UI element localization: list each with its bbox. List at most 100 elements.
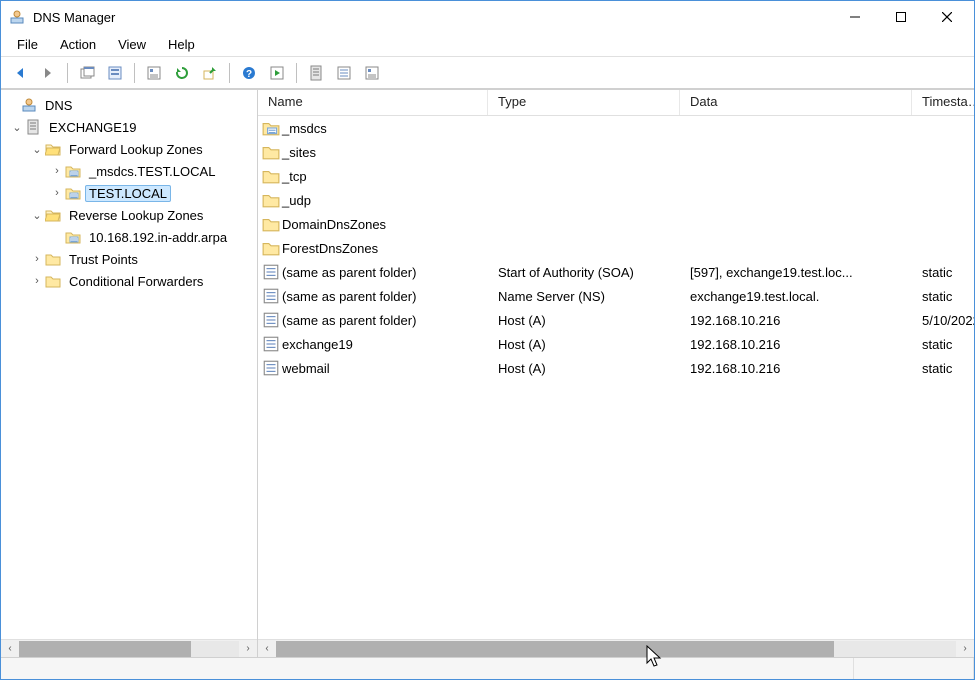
list-item[interactable]: _tcp (258, 164, 974, 188)
tree-node-msdcs-zone[interactable]: › _msdcs.TEST.LOCAL (1, 160, 257, 182)
help-button[interactable] (236, 60, 262, 86)
column-timestamp[interactable]: Timestamp (912, 90, 974, 115)
scroll-right-icon[interactable]: › (956, 641, 974, 657)
tree-label: Trust Points (65, 252, 142, 267)
record-data: exchange19.test.local. (680, 289, 912, 304)
tree-label: Forward Lookup Zones (65, 142, 207, 157)
zone-icon (65, 185, 81, 201)
expand-icon[interactable]: › (29, 275, 45, 287)
list-item[interactable]: _udp (258, 188, 974, 212)
list-item[interactable]: exchange19Host (A)192.168.10.216static (258, 332, 974, 356)
list-horizontal-scrollbar[interactable]: ‹ › (258, 639, 974, 657)
record-timestamp: static (912, 265, 974, 280)
content-panes: DNS ⌄ EXCHANGE19 ⌄ Forward Lookup Zones … (1, 89, 974, 657)
scroll-track[interactable] (276, 641, 956, 657)
record-name: _sites (282, 145, 316, 160)
column-name[interactable]: Name (258, 90, 488, 115)
record-timestamp: 5/10/2022 (912, 313, 974, 328)
tree-label: DNS (41, 98, 76, 113)
expand-icon[interactable]: › (49, 187, 65, 199)
records-list[interactable]: _msdcs _sites _tcp _udp DomainDnsZonesForest… (258, 116, 974, 639)
list-item[interactable]: DomainDnsZones (258, 212, 974, 236)
expand-icon[interactable]: › (29, 253, 45, 265)
scroll-track[interactable] (19, 641, 239, 657)
navigation-tree[interactable]: DNS ⌄ EXCHANGE19 ⌄ Forward Lookup Zones … (1, 90, 257, 639)
list-item[interactable]: ForestDnsZones (258, 236, 974, 260)
scroll-left-icon[interactable]: ‹ (258, 641, 276, 657)
collapse-icon[interactable]: ⌄ (9, 121, 25, 134)
folder-icon (262, 119, 280, 137)
record-icon (262, 359, 280, 377)
record-data: 192.168.10.216 (680, 361, 912, 376)
toolbar-separator (134, 63, 135, 83)
record-type: Name Server (NS) (488, 289, 680, 304)
column-data[interactable]: Data (680, 90, 912, 115)
record-icon (262, 335, 280, 353)
record-name: webmail (282, 361, 330, 376)
folder-open-icon (45, 141, 61, 157)
tree-node-dns[interactable]: DNS (1, 94, 257, 116)
tree-horizontal-scrollbar[interactable]: ‹ › (1, 639, 257, 657)
list-item[interactable]: (same as parent folder)Start of Authorit… (258, 260, 974, 284)
maximize-button[interactable] (878, 1, 924, 33)
close-button[interactable] (924, 1, 970, 33)
menu-file[interactable]: File (7, 35, 48, 54)
scroll-right-icon[interactable]: › (239, 641, 257, 657)
tree-node-trust-points[interactable]: › Trust Points (1, 248, 257, 270)
folder-icon (262, 143, 280, 161)
tree-node-test-local-zone[interactable]: › TEST.LOCAL (1, 182, 257, 204)
folder-icon (262, 167, 280, 185)
tree-label: Conditional Forwarders (65, 274, 207, 289)
scroll-thumb[interactable] (276, 641, 834, 657)
record-name: _udp (282, 193, 311, 208)
run-button[interactable] (264, 60, 290, 86)
tree-pane: DNS ⌄ EXCHANGE19 ⌄ Forward Lookup Zones … (1, 90, 258, 657)
export-button[interactable] (197, 60, 223, 86)
tree-node-server[interactable]: ⌄ EXCHANGE19 (1, 116, 257, 138)
record-data: [597], exchange19.test.loc... (680, 265, 912, 280)
show-hide-tree-button[interactable] (74, 60, 100, 86)
record-icon (262, 287, 280, 305)
back-button[interactable] (7, 60, 33, 86)
tree-node-reverse-zone[interactable]: 10.168.192.in-addr.arpa (1, 226, 257, 248)
menu-view[interactable]: View (108, 35, 156, 54)
collapse-icon[interactable]: ⌄ (29, 143, 45, 156)
tree-node-conditional-forwarders[interactable]: › Conditional Forwarders (1, 270, 257, 292)
list-item[interactable]: webmailHost (A)192.168.10.216static (258, 356, 974, 380)
list-item[interactable]: (same as parent folder)Name Server (NS)e… (258, 284, 974, 308)
zone-icon (65, 163, 81, 179)
forward-button[interactable] (35, 60, 61, 86)
collapse-icon[interactable]: ⌄ (29, 209, 45, 222)
record-name: exchange19 (282, 337, 353, 352)
folder-icon (262, 191, 280, 209)
minimize-button[interactable] (832, 1, 878, 33)
record-timestamp: static (912, 289, 974, 304)
toolbar (1, 57, 974, 89)
filter-button[interactable] (102, 60, 128, 86)
record-icon (262, 263, 280, 281)
column-type[interactable]: Type (488, 90, 680, 115)
dns-root-icon (21, 97, 37, 113)
properties-button[interactable] (141, 60, 167, 86)
record-icon (262, 311, 280, 329)
server1-button[interactable] (303, 60, 329, 86)
server2-button[interactable] (331, 60, 357, 86)
menu-help[interactable]: Help (158, 35, 205, 54)
list-item[interactable]: (same as parent folder)Host (A)192.168.1… (258, 308, 974, 332)
list-item[interactable]: _sites (258, 140, 974, 164)
refresh-button[interactable] (169, 60, 195, 86)
title-bar: DNS Manager (1, 1, 974, 33)
record-type: Host (A) (488, 361, 680, 376)
scroll-thumb[interactable] (19, 641, 191, 657)
record-type: Start of Authority (SOA) (488, 265, 680, 280)
zone-icon (65, 229, 81, 245)
server3-button[interactable] (359, 60, 385, 86)
tree-node-forward-lookup-zones[interactable]: ⌄ Forward Lookup Zones (1, 138, 257, 160)
tree-node-reverse-lookup-zones[interactable]: ⌄ Reverse Lookup Zones (1, 204, 257, 226)
folder-icon (45, 273, 61, 289)
menu-action[interactable]: Action (50, 35, 106, 54)
tree-label: EXCHANGE19 (45, 120, 140, 135)
list-item[interactable]: _msdcs (258, 116, 974, 140)
scroll-left-icon[interactable]: ‹ (1, 641, 19, 657)
expand-icon[interactable]: › (49, 165, 65, 177)
